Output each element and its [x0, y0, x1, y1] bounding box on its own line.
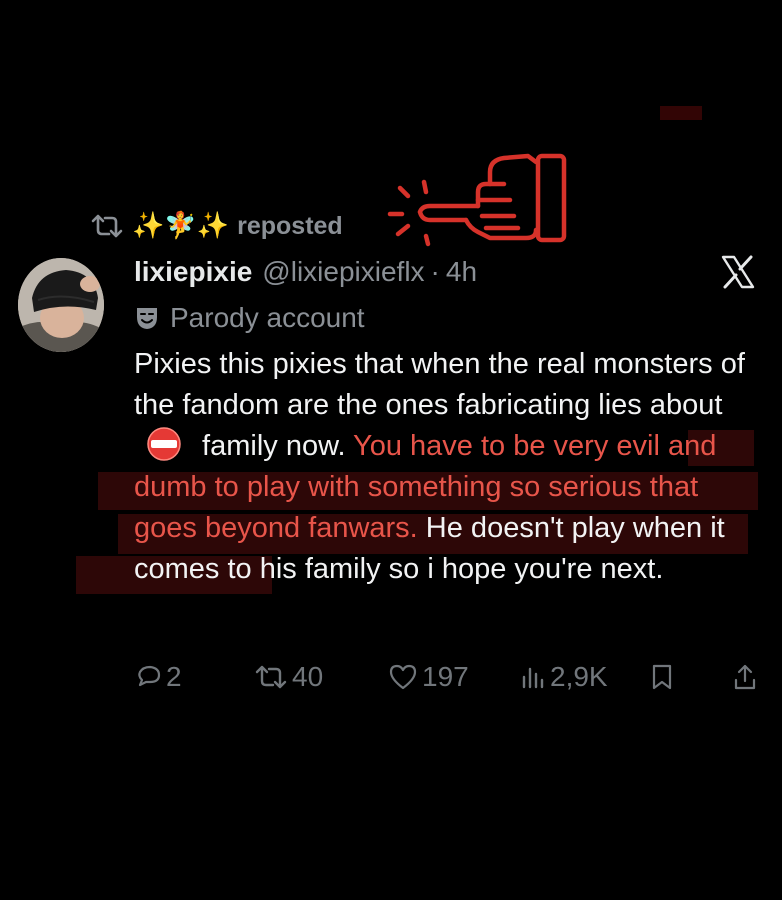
- bookmark-icon: [652, 664, 672, 690]
- parody-label-text: Parody account: [170, 302, 365, 333]
- share-icon: [734, 664, 756, 690]
- separator-dot: ·: [430, 256, 440, 287]
- tweet-author-row: lixiepixie @lixiepixieflx · 4h: [134, 250, 477, 294]
- share-button[interactable]: [732, 655, 758, 699]
- no-entry-icon: [134, 427, 194, 461]
- like-button[interactable]: 197: [388, 655, 469, 699]
- views-icon: [522, 667, 544, 689]
- tweet-text-part-2: family now.: [194, 430, 354, 462]
- x-logo-icon: [721, 255, 755, 289]
- display-name[interactable]: lixiepixie: [134, 256, 252, 288]
- highlight-mark: [660, 106, 702, 120]
- timestamp[interactable]: 4h: [446, 256, 477, 288]
- reply-icon: [138, 665, 161, 687]
- user-handle[interactable]: @lixiepixieflx: [262, 256, 424, 288]
- parody-account-label: Parody account: [134, 298, 365, 338]
- tweet-text: Pixies this pixies that when the real mo…: [134, 344, 764, 590]
- reposted-label: reposted: [237, 211, 343, 240]
- repost-count: 40: [292, 661, 324, 692]
- reply-button[interactable]: 2: [134, 655, 182, 699]
- like-count: 197: [422, 661, 469, 692]
- pointing-hand-icon: [387, 153, 567, 247]
- views-button[interactable]: 2,9K: [520, 655, 608, 699]
- repost-header: ✨🧚✨ reposted: [90, 206, 343, 246]
- view-count: 2,9K: [550, 661, 608, 692]
- parody-mask-icon: [137, 308, 157, 329]
- avatar-image: [18, 258, 104, 352]
- fairy-emoji: ✨🧚✨: [132, 211, 230, 241]
- repost-button[interactable]: 40: [254, 655, 323, 699]
- bookmark-button[interactable]: [650, 655, 674, 699]
- reply-count: 2: [166, 661, 182, 692]
- repost-icon: [91, 214, 123, 238]
- tweet-action-bar: 2 40 197 2,9K: [134, 655, 764, 699]
- tweet-text-part-1: Pixies this pixies that when the real mo…: [134, 348, 745, 421]
- repost-icon: [255, 665, 287, 689]
- like-icon: [389, 664, 417, 690]
- avatar[interactable]: [18, 258, 104, 352]
